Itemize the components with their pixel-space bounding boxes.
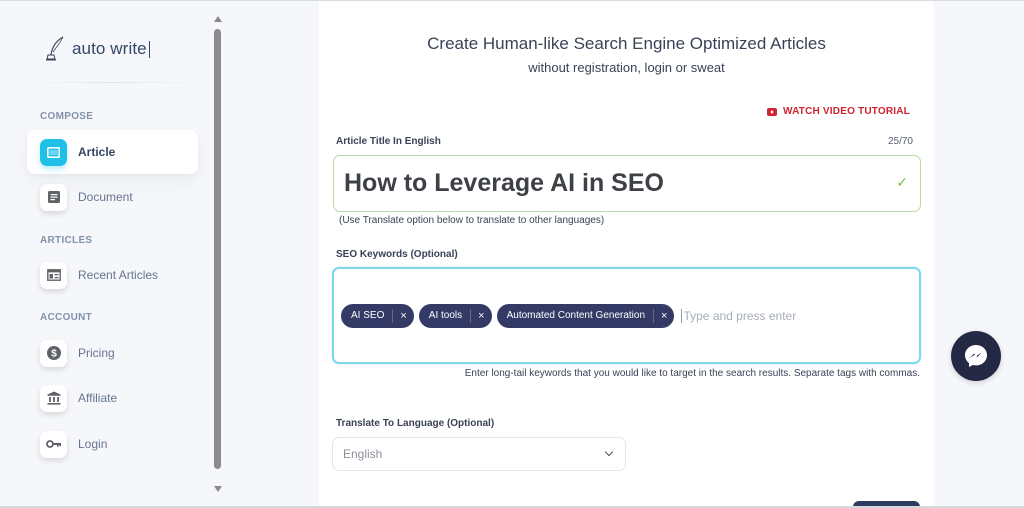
section-label-account: ACCOUNT <box>40 312 93 323</box>
scroll-thumb[interactable] <box>214 29 221 469</box>
translate-hint: (Use Translate option below to translate… <box>339 215 605 226</box>
keyword-tag: AI SEO × <box>341 303 414 328</box>
sidebar-item-affiliate[interactable]: Affiliate <box>27 376 198 420</box>
youtube-icon <box>767 107 778 116</box>
article-title-input[interactable]: How to Leverage AI in SEO ✓ <box>333 155 921 212</box>
section-label-articles: ARTICLES <box>40 235 93 246</box>
translate-language-label: Translate To Language (Optional) <box>336 418 495 429</box>
page-title: Create Human-like Search Engine Optimize… <box>427 34 826 53</box>
messenger-chat-button[interactable] <box>951 331 1001 381</box>
watch-video-tutorial-link[interactable]: WATCH VIDEO TUTORIAL <box>767 106 910 117</box>
video-link-label: WATCH VIDEO TUTORIAL <box>783 106 910 117</box>
language-select[interactable]: English <box>332 437 626 471</box>
page-subtitle: without registration, login or sweat <box>528 60 725 75</box>
sidebar-scrollbar[interactable] <box>212 14 224 494</box>
sidebar-item-label: Pricing <box>78 346 115 360</box>
chevron-down-icon <box>604 447 614 457</box>
article-form-card: Create Human-like Search Engine Optimize… <box>319 1 934 508</box>
sidebar-item-pricing[interactable]: $ Pricing <box>27 331 198 375</box>
remove-tag-icon[interactable]: × <box>471 310 491 322</box>
dollar-icon: $ <box>40 339 67 367</box>
remove-tag-icon[interactable]: × <box>393 310 413 322</box>
text-cursor <box>148 40 150 58</box>
messenger-icon <box>965 345 987 367</box>
sidebar: auto write COMPOSE Article Document ARTI… <box>0 1 212 506</box>
keyword-tag: AI tools × <box>418 303 492 328</box>
keyword-text-input[interactable] <box>681 308 882 323</box>
title-char-counter: 25/70 <box>887 136 913 147</box>
article-title-label: Article Title In English <box>336 136 441 147</box>
seo-keywords-input[interactable]: AI SEO × AI tools × Automated Content Ge… <box>332 267 921 364</box>
sidebar-item-label: Affiliate <box>78 391 118 405</box>
sidebar-item-label: Article <box>78 145 116 159</box>
quill-pen-icon <box>46 36 64 61</box>
keyword-tag: Automated Content Generation × <box>496 303 675 328</box>
seo-keywords-label: SEO Keywords (Optional) <box>336 249 458 260</box>
keywords-help-text: Enter long-tail keywords that you would … <box>464 368 920 379</box>
valid-check-icon: ✓ <box>896 174 908 190</box>
sidebar-item-document[interactable]: Document <box>27 175 198 219</box>
svg-text:$: $ <box>51 349 57 360</box>
article-icon <box>40 138 67 166</box>
sidebar-item-label: Login <box>78 437 108 451</box>
remove-tag-icon[interactable]: × <box>654 310 674 322</box>
keyword-tag-text: Automated Content Generation <box>507 308 655 323</box>
brand-divider <box>26 82 202 83</box>
scroll-down-arrow-icon[interactable] <box>214 486 222 492</box>
section-label-compose: COMPOSE <box>40 111 94 122</box>
keyword-tag-text: AI SEO <box>351 308 394 323</box>
article-title-value: How to Leverage AI in SEO <box>344 169 664 197</box>
scroll-up-arrow-icon[interactable] <box>214 16 222 22</box>
document-icon <box>40 183 67 211</box>
bank-icon <box>40 384 67 412</box>
sidebar-item-login[interactable]: Login <box>27 422 198 466</box>
brand-name: auto write <box>72 39 147 58</box>
brand-logo[interactable]: auto write <box>44 35 150 63</box>
sidebar-item-label: Recent Articles <box>78 268 159 282</box>
language-selected-value: English <box>343 447 383 461</box>
sidebar-item-recent-articles[interactable]: Recent Articles <box>27 253 198 297</box>
sidebar-item-label: Document <box>78 190 133 204</box>
key-icon <box>40 430 67 458</box>
keyword-tag-text: AI tools <box>429 308 472 323</box>
recent-articles-icon <box>40 261 67 289</box>
sidebar-item-article[interactable]: Article <box>27 130 198 174</box>
